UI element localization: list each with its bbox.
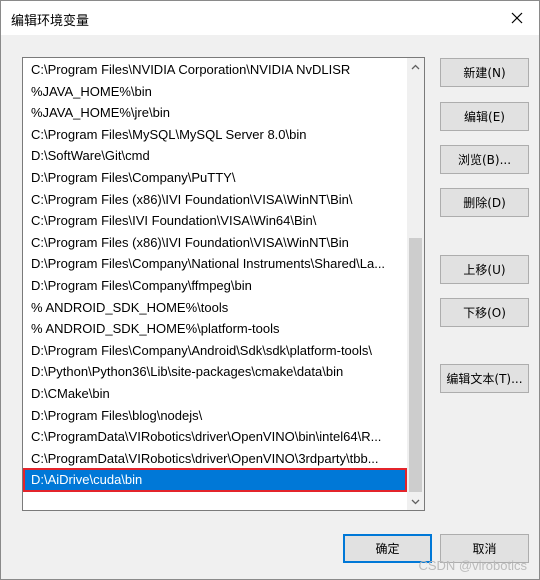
- list-item[interactable]: % ANDROID_SDK_HOME%\tools: [24, 297, 406, 319]
- list-item-selected[interactable]: D:\AiDrive\cuda\bin: [23, 468, 407, 492]
- title-bar: 编辑环境变量: [1, 1, 539, 35]
- chevron-up-icon: [411, 64, 420, 69]
- list-item[interactable]: C:\Program Files (x86)\IVI Foundation\VI…: [24, 189, 406, 211]
- list-item[interactable]: D:\Program Files\Company\ffmpeg\bin: [24, 275, 406, 297]
- chevron-down-icon: [411, 499, 420, 504]
- list-item[interactable]: C:\Program Files (x86)\IVI Foundation\VI…: [24, 232, 406, 254]
- close-icon: [511, 12, 523, 24]
- list-item[interactable]: D:\Python\Python36\Lib\site-packages\cma…: [24, 361, 406, 383]
- list-item[interactable]: D:\Program Files\Company\PuTTY\: [24, 167, 406, 189]
- list-item[interactable]: C:\ProgramData\VIRobotics\driver\OpenVIN…: [24, 448, 406, 470]
- move-up-button[interactable]: 上移(U): [440, 255, 529, 284]
- delete-button[interactable]: 删除(D): [440, 188, 529, 217]
- scroll-thumb[interactable]: [409, 238, 422, 492]
- list-item[interactable]: D:\CMake\bin: [24, 383, 406, 405]
- list-item[interactable]: %JAVA_HOME%\bin: [24, 81, 406, 103]
- dialog-title: 编辑环境变量: [11, 14, 90, 29]
- list-item[interactable]: C:\Program Files\IVI Foundation\VISA\Win…: [24, 210, 406, 232]
- list-item[interactable]: D:\SoftWare\Git\cmd: [24, 145, 406, 167]
- browse-button[interactable]: 浏览(B)...: [440, 145, 529, 174]
- vertical-scrollbar[interactable]: [407, 58, 424, 510]
- scroll-down-button[interactable]: [407, 493, 424, 510]
- list-item[interactable]: %JAVA_HOME%\jre\bin: [24, 102, 406, 124]
- edit-env-var-dialog: 编辑环境变量 C:\Program Files\NVIDIA Corporati…: [0, 0, 540, 580]
- list-item[interactable]: D:\Program Files\Company\National Instru…: [24, 253, 406, 275]
- new-button[interactable]: 新建(N): [440, 58, 529, 87]
- path-list[interactable]: C:\Program Files\NVIDIA Corporation\NVID…: [22, 57, 425, 511]
- edit-text-button[interactable]: 编辑文本(T)...: [440, 364, 529, 393]
- list-item[interactable]: C:\ProgramData\VIRobotics\driver\OpenVIN…: [24, 426, 406, 448]
- ok-button[interactable]: 确定: [343, 534, 432, 563]
- cancel-button[interactable]: 取消: [440, 534, 529, 563]
- scroll-up-button[interactable]: [407, 58, 424, 75]
- list-item[interactable]: D:\Program Files\blog\nodejs\: [24, 405, 406, 427]
- close-button[interactable]: [495, 1, 539, 35]
- list-item[interactable]: D:\Program Files\Company\Android\Sdk\sdk…: [24, 340, 406, 362]
- edit-button[interactable]: 编辑(E): [440, 102, 529, 131]
- list-item[interactable]: C:\Program Files\NVIDIA Corporation\NVID…: [24, 59, 406, 81]
- list-item[interactable]: C:\Program Files\MySQL\MySQL Server 8.0\…: [24, 124, 406, 146]
- list-item[interactable]: % ANDROID_SDK_HOME%\platform-tools: [24, 318, 406, 340]
- move-down-button[interactable]: 下移(O): [440, 298, 529, 327]
